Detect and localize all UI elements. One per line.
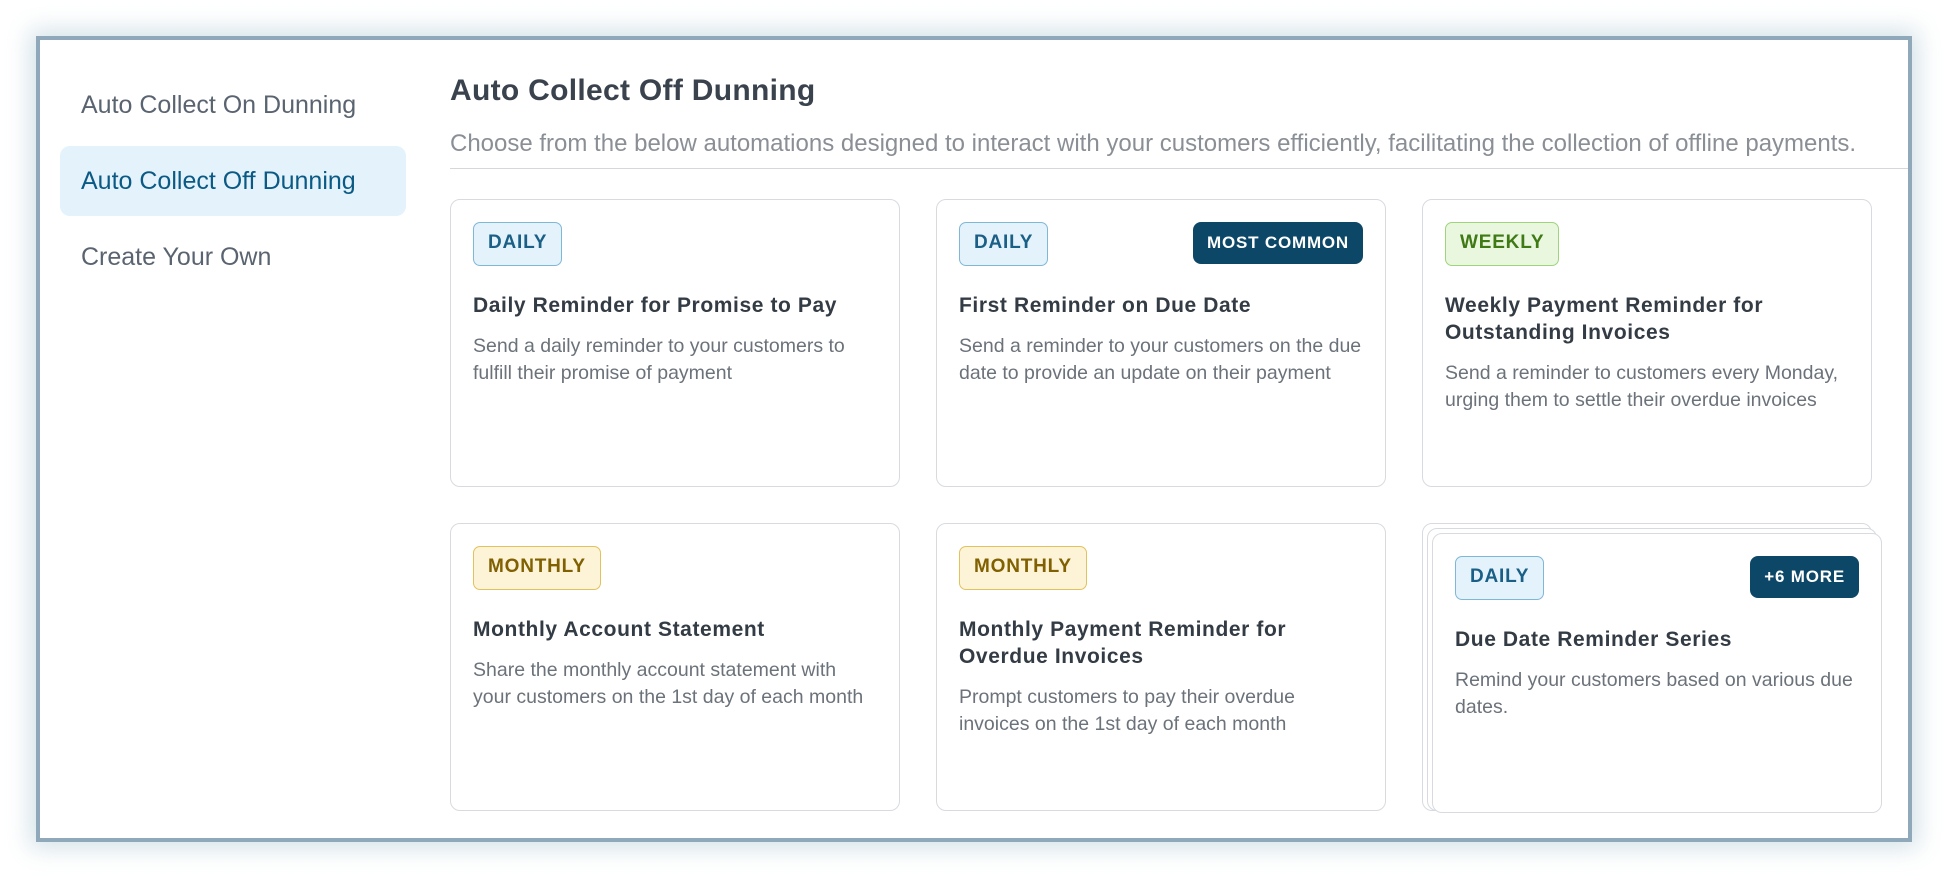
card-description: Send a daily reminder to your customers …: [473, 335, 845, 384]
automation-card-weekly-payment-reminder[interactable]: WEEKLY Weekly Payment Reminder for Outst…: [1422, 199, 1872, 487]
divider: [450, 168, 1908, 169]
frequency-tag: MONTHLY: [473, 546, 601, 590]
sidebar-item-label: Auto Collect On Dunning: [81, 90, 357, 119]
automation-card-due-date-reminder-series[interactable]: DAILY +6 MORE Due Date Reminder Series R…: [1432, 533, 1882, 813]
more-count-badge: +6 MORE: [1750, 556, 1859, 598]
card-description: Remind your customers based on various d…: [1455, 669, 1853, 718]
sidebar-item-label: Create Your Own: [81, 242, 272, 271]
sidebar-item-auto-collect-off-dunning[interactable]: Auto Collect Off Dunning: [60, 146, 406, 216]
sidebar-item-label: Auto Collect Off Dunning: [81, 166, 356, 195]
sidebar: Auto Collect On Dunning Auto Collect Off…: [60, 70, 406, 298]
automation-card-monthly-account-statement[interactable]: MONTHLY Monthly Account Statement Share …: [450, 523, 900, 811]
page-title: Auto Collect Off Dunning: [450, 74, 816, 107]
frequency-tag: DAILY: [1455, 556, 1545, 600]
page-subtitle: Choose from the below automations design…: [450, 130, 1857, 157]
sidebar-item-auto-collect-on-dunning[interactable]: Auto Collect On Dunning: [60, 70, 406, 140]
sidebar-item-create-your-own[interactable]: Create Your Own: [60, 222, 406, 292]
automation-card-first-reminder-due-date[interactable]: DAILY MOST COMMON First Reminder on Due …: [936, 199, 1386, 487]
card-title: Daily Reminder for Promise to Pay: [473, 294, 838, 317]
automation-card-monthly-payment-reminder[interactable]: MONTHLY Monthly Payment Reminder for Ove…: [936, 523, 1386, 811]
card-description: Send a reminder to customers every Monda…: [1445, 362, 1839, 411]
frequency-tag: MONTHLY: [959, 546, 1087, 590]
card-title: Monthly Account Statement: [473, 618, 765, 641]
automation-card-daily-reminder-promise[interactable]: DAILY Daily Reminder for Promise to Pay …: [450, 199, 900, 487]
card-title: First Reminder on Due Date: [959, 294, 1252, 317]
card-description: Share the monthly account statement with…: [473, 659, 864, 708]
automation-panel: Auto Collect On Dunning Auto Collect Off…: [36, 36, 1912, 842]
card-title: Due Date Reminder Series: [1455, 628, 1733, 651]
frequency-tag: DAILY: [959, 222, 1049, 266]
frequency-tag: DAILY: [473, 222, 563, 266]
card-description: Prompt customers to pay their overdue in…: [959, 686, 1295, 735]
frequency-tag: WEEKLY: [1445, 222, 1560, 266]
main-header: Auto Collect Off Dunning Choose from the…: [450, 74, 1908, 169]
card-title: Weekly Payment Reminder for Outstanding …: [1445, 294, 1764, 344]
most-common-badge: MOST COMMON: [1193, 222, 1363, 264]
card-description: Send a reminder to your customers on the…: [959, 335, 1362, 384]
card-title: Monthly Payment Reminder for Overdue Inv…: [959, 618, 1287, 668]
